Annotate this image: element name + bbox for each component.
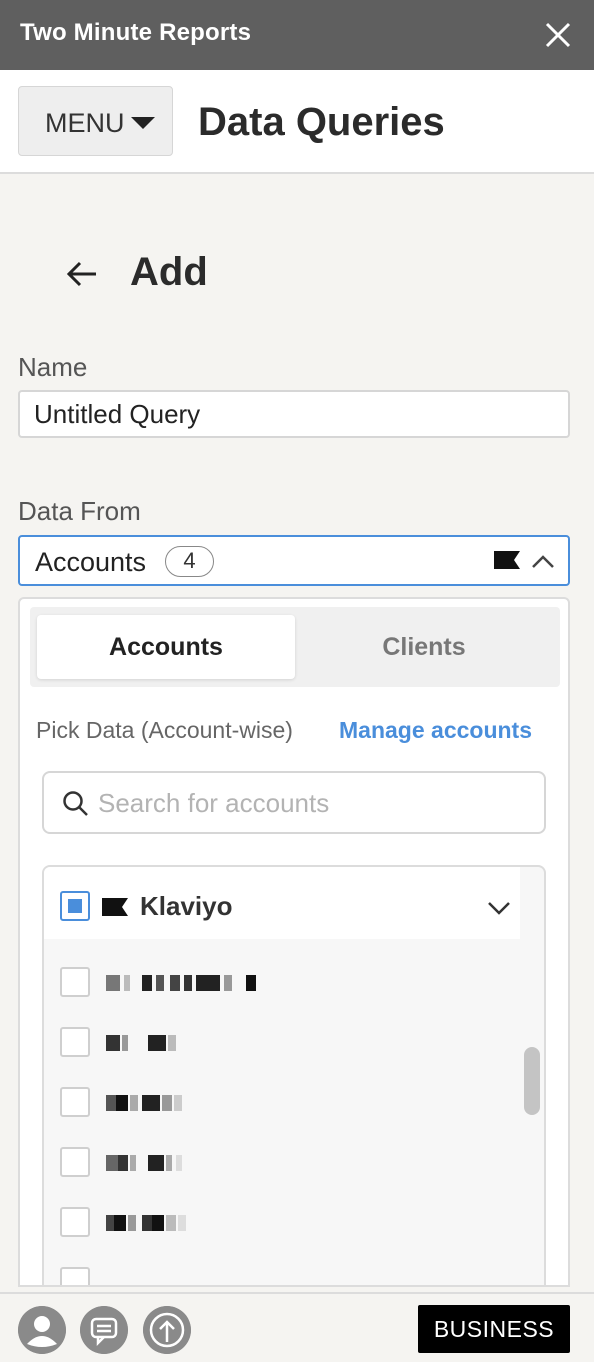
account-group-klaviyo: Klaviyo	[44, 867, 520, 939]
app-title: Two Minute Reports	[20, 19, 252, 46]
data-from-select[interactable]: Accounts 4	[18, 535, 570, 586]
menu-button-label: MENU	[45, 108, 125, 138]
list-scrollbar[interactable]	[524, 1047, 540, 1115]
list-item[interactable]	[44, 1253, 520, 1285]
tab-clients[interactable]: Clients	[295, 615, 553, 679]
name-label: Name	[18, 352, 88, 382]
form-heading: Add	[130, 250, 208, 294]
menu-button[interactable]: MENU	[18, 86, 173, 156]
list-item[interactable]	[44, 1133, 520, 1193]
search-icon	[63, 791, 88, 816]
page-header: MENU Data Queries	[0, 70, 594, 174]
pick-data-label: Pick Data (Account-wise)	[36, 717, 293, 743]
caret-down-icon	[131, 117, 155, 129]
upgrade-arrow-icon[interactable]	[143, 1306, 191, 1354]
search-input[interactable]	[98, 783, 528, 823]
data-from-label: Data From	[18, 496, 141, 526]
chevron-down-icon[interactable]	[486, 895, 512, 921]
page-title: Data Queries	[198, 100, 445, 144]
app-titlebar: Two Minute Reports	[0, 0, 594, 70]
account-checkbox[interactable]	[60, 967, 90, 997]
group-checkbox[interactable]	[60, 891, 90, 921]
chevron-up-icon[interactable]	[530, 549, 556, 575]
plan-badge[interactable]: BUSINESS	[418, 1305, 570, 1353]
accounts-panel: Accounts Clients Pick Data (Account-wise…	[18, 597, 570, 1287]
account-checkbox[interactable]	[60, 1027, 90, 1057]
account-list: Klaviyo	[42, 865, 546, 1285]
account-checkbox[interactable]	[60, 1267, 90, 1285]
panel-tabs: Accounts Clients	[30, 607, 560, 687]
account-checkbox[interactable]	[60, 1147, 90, 1177]
selected-count-badge: 4	[165, 546, 214, 577]
name-input[interactable]	[18, 390, 570, 438]
account-search	[42, 771, 546, 834]
manage-accounts-link[interactable]: Manage accounts	[339, 717, 532, 744]
klaviyo-flag-icon	[102, 898, 128, 916]
chat-feedback-icon[interactable]	[80, 1306, 128, 1354]
data-from-value: Accounts	[35, 547, 147, 577]
user-avatar-icon[interactable]	[18, 1306, 66, 1354]
account-checkbox[interactable]	[60, 1087, 90, 1117]
close-icon[interactable]	[541, 18, 575, 52]
back-arrow-icon[interactable]	[62, 254, 102, 294]
list-item[interactable]	[44, 1193, 520, 1253]
klaviyo-flag-icon	[494, 551, 520, 569]
group-name: Klaviyo	[140, 891, 233, 921]
list-item[interactable]	[44, 1013, 520, 1073]
tab-accounts[interactable]: Accounts	[37, 615, 295, 679]
account-checkbox[interactable]	[60, 1207, 90, 1237]
list-item[interactable]	[44, 953, 520, 1013]
footer-bar: BUSINESS	[0, 1292, 594, 1362]
list-item[interactable]	[44, 1073, 520, 1133]
